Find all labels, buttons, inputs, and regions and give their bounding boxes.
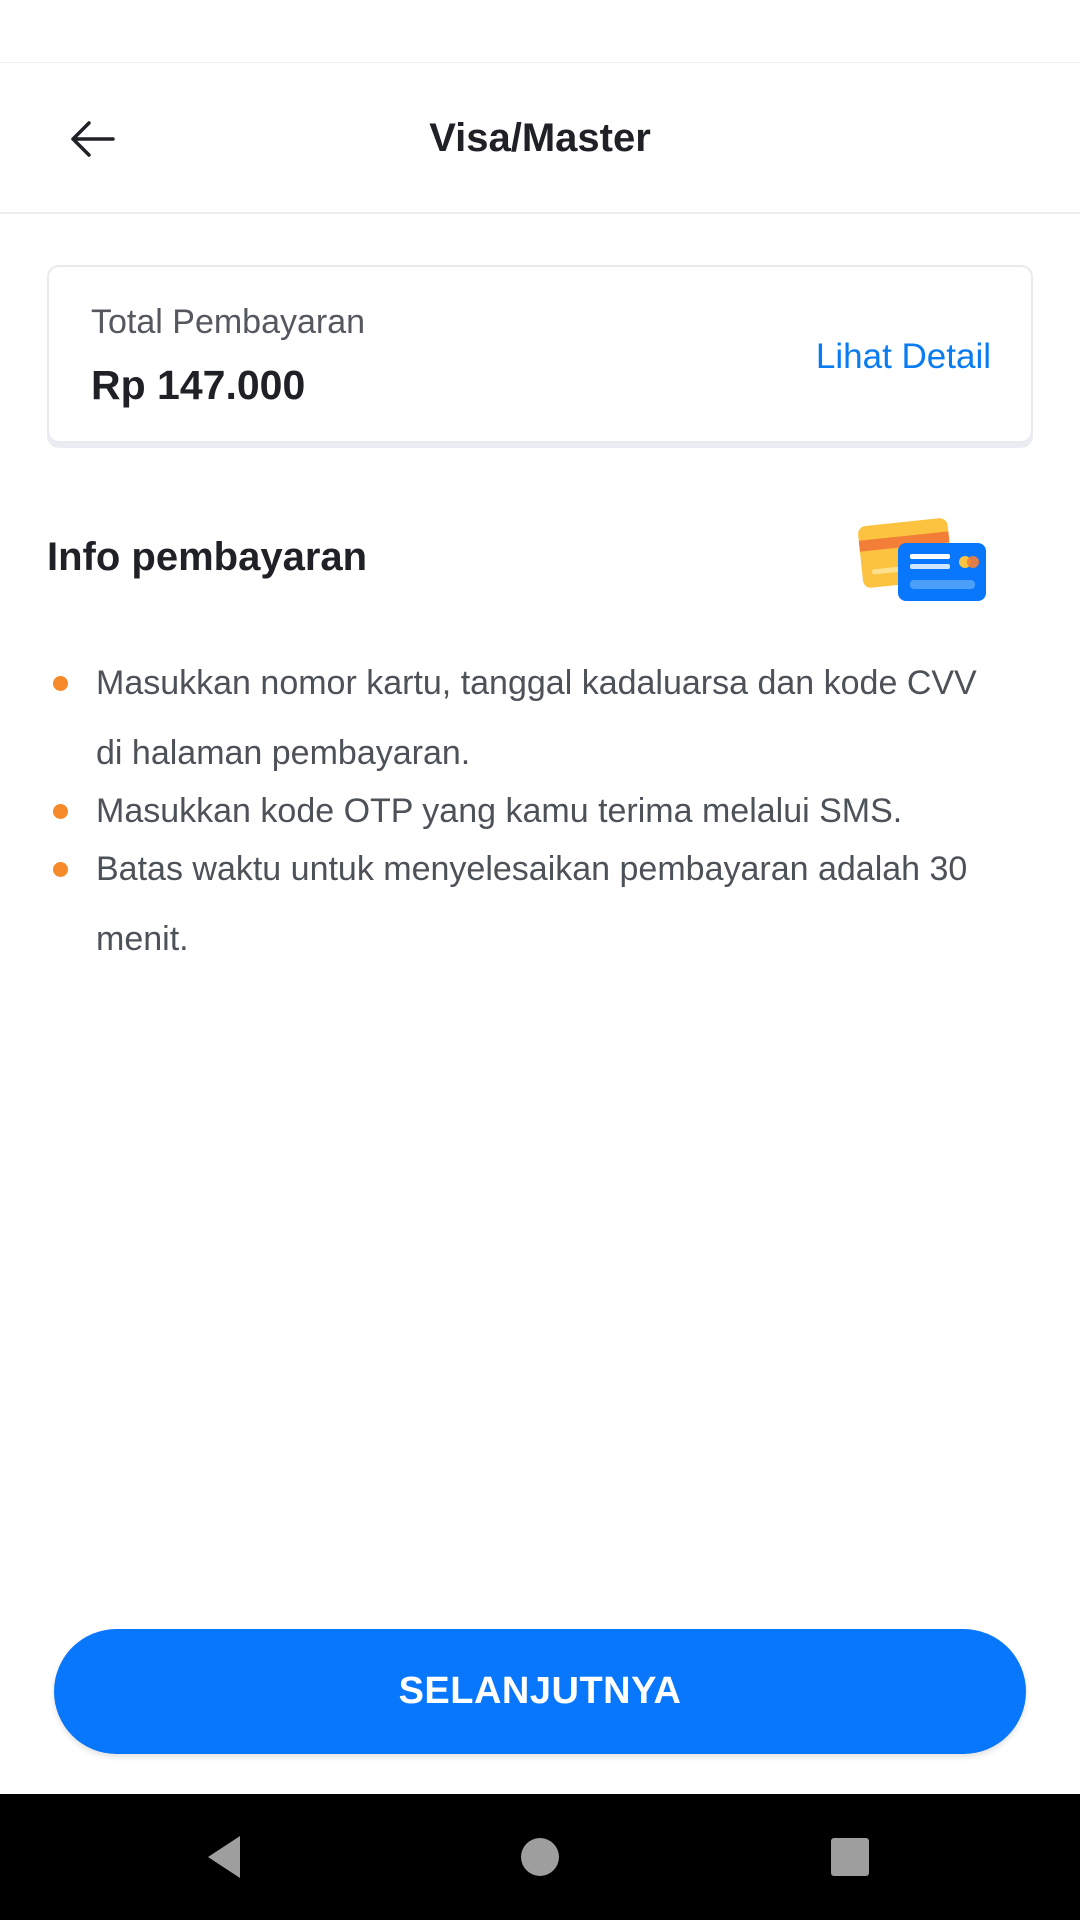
bullet-dot: [53, 862, 68, 877]
app-bar: Visa/Master: [0, 63, 1080, 214]
info-item-text: Masukkan kode OTP yang kamu terima melal…: [96, 792, 903, 830]
nav-home-icon: [521, 1838, 559, 1876]
list-item: Masukkan nomor kartu, tanggal kadaluarsa…: [47, 648, 1007, 788]
credit-card-icon: [855, 510, 990, 605]
bullet-dot: [53, 676, 68, 691]
info-item-text: Masukkan nomor kartu, tanggal kadaluarsa…: [96, 664, 977, 772]
nav-back-button[interactable]: [175, 1814, 275, 1900]
nav-recents-icon: [831, 1838, 869, 1876]
nav-recents-button[interactable]: [800, 1814, 900, 1900]
arrow-left-icon: [71, 121, 115, 157]
view-detail-link[interactable]: Lihat Detail: [816, 337, 991, 377]
nav-back-icon: [208, 1836, 240, 1878]
system-nav-bar: [0, 1794, 1080, 1920]
page-title: Visa/Master: [429, 116, 651, 160]
info-item-text: Batas waktu untuk menyelesaikan pembayar…: [96, 850, 968, 958]
nav-home-button[interactable]: [490, 1814, 590, 1900]
status-bar: [0, 0, 1080, 63]
back-button[interactable]: [52, 109, 132, 169]
payment-total-card: Total Pembayaran Rp 147.000 Lihat Detail: [47, 265, 1033, 443]
list-item: Batas waktu untuk menyelesaikan pembayar…: [47, 834, 1007, 974]
info-list: Masukkan nomor kartu, tanggal kadaluarsa…: [47, 648, 1007, 962]
info-title: Info pembayaran: [47, 535, 368, 579]
total-label: Total Pembayaran: [91, 303, 366, 341]
total-amount: Rp 147.000: [91, 362, 306, 408]
next-button[interactable]: SELANJUTNYA: [54, 1629, 1026, 1754]
bullet-dot: [53, 804, 68, 819]
